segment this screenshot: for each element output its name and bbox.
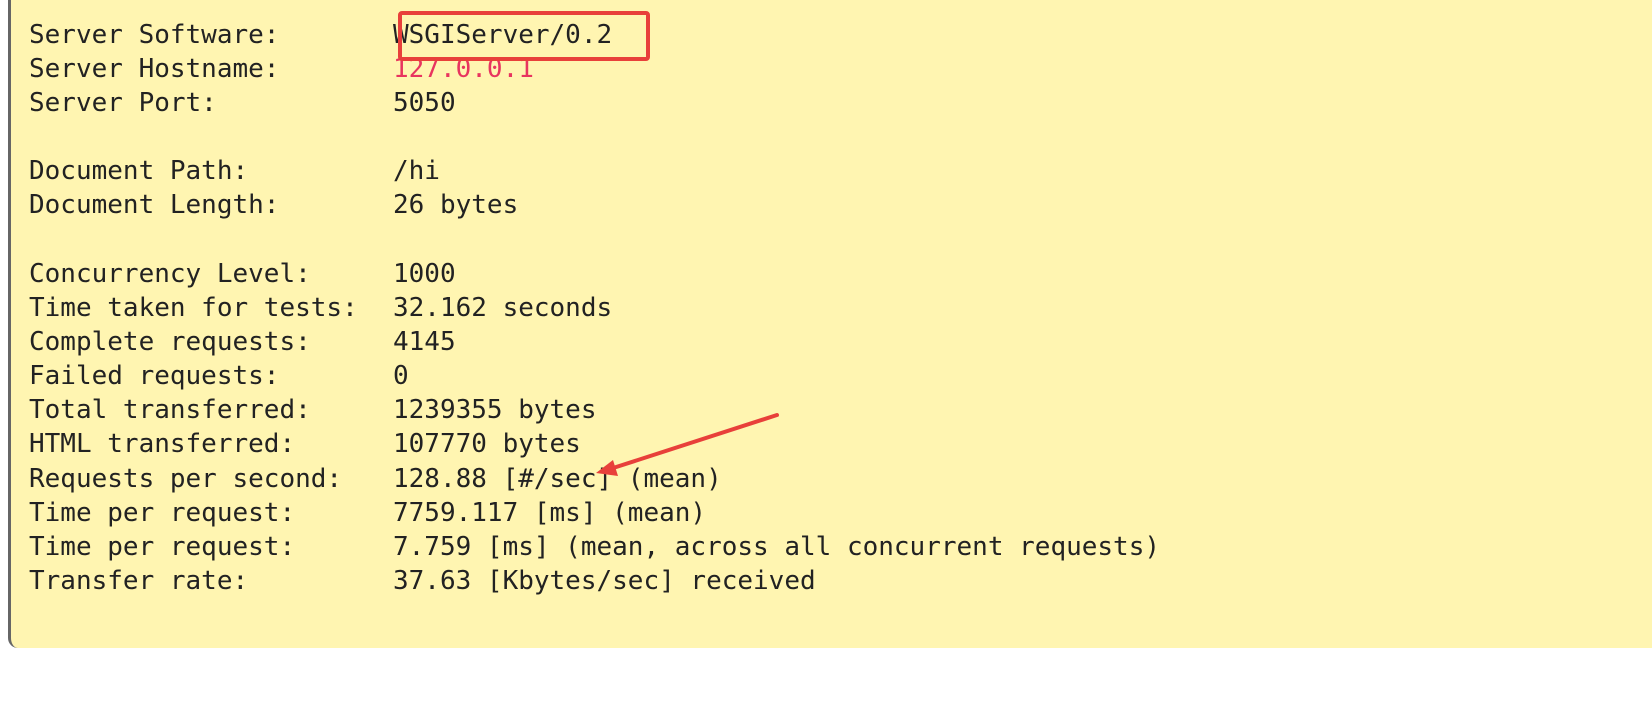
annotation-arrow-icon	[596, 413, 779, 476]
